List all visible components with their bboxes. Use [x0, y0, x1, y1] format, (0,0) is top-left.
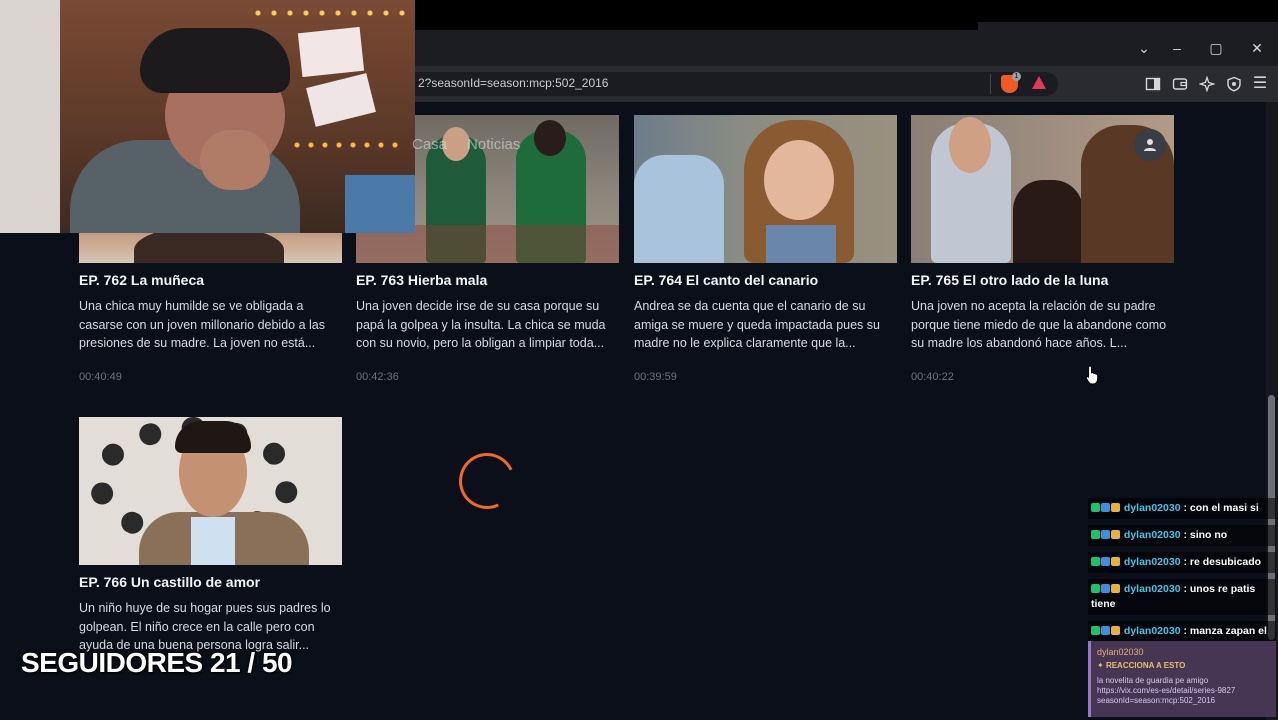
- nav-item-news[interactable]: Noticias: [467, 136, 520, 153]
- episode-duration: 00:40:49: [79, 371, 122, 383]
- highlight-label: ✦ REACCIONA A ESTO: [1097, 661, 1186, 670]
- user-icon[interactable]: [1134, 129, 1166, 161]
- chat-message: dylan02030 : sino no: [1088, 525, 1276, 546]
- chat-text: : sino no: [1183, 529, 1228, 541]
- badge-icon: [1091, 626, 1100, 635]
- maximize-button[interactable]: ▢: [1205, 38, 1227, 58]
- episode-title[interactable]: EP. 763 Hierba mala: [356, 272, 619, 288]
- episode-thumbnail[interactable]: [634, 115, 897, 263]
- chat-text: : re desubicado: [1183, 556, 1262, 568]
- chat-username: dylan02030: [1123, 625, 1181, 637]
- followers-goal: SEGUIDORES 21 / 50: [21, 647, 293, 678]
- badge-icon: [1101, 530, 1110, 539]
- chat-message: dylan02030 : con el masi si: [1088, 498, 1276, 519]
- badge-icon: [1101, 584, 1110, 593]
- brave-rewards-icon[interactable]: [1032, 76, 1046, 89]
- highlight-username: dylan02030: [1097, 647, 1144, 657]
- badge-icon: [1111, 557, 1120, 566]
- badge-icon: [1091, 557, 1100, 566]
- episode-thumbnail[interactable]: [79, 417, 342, 565]
- highlighted-message: dylan02030 ✦ REACCIONA A ESTO la novelit…: [1088, 641, 1276, 717]
- episode-description: Una joven decide irse de su casa porque …: [356, 299, 606, 350]
- webcam-overlay: [0, 0, 415, 233]
- episode-description: Andrea se da cuenta que el canario de su…: [634, 299, 880, 350]
- chat-username: dylan02030: [1123, 529, 1181, 541]
- episode-title[interactable]: EP. 764 El canto del canario: [634, 272, 897, 288]
- badge-icon: [1091, 584, 1100, 593]
- badge-icon: [1091, 530, 1100, 539]
- badge-icon: [1111, 626, 1120, 635]
- chat-message: dylan02030 : re desubicado: [1088, 552, 1276, 573]
- chat-username: dylan02030: [1123, 502, 1181, 514]
- chat-message: dylan02030 : unos re patis tiene: [1088, 579, 1276, 615]
- stream-chat: dylan02030 : con el masi si dylan02030 :…: [1088, 498, 1276, 663]
- minimize-button[interactable]: –: [1166, 38, 1188, 58]
- sparkle-icon: ✦: [1097, 661, 1104, 670]
- episode-card[interactable]: EP. 765 El otro lado de la luna Una jove…: [911, 115, 1174, 383]
- episode-duration: 00:39:59: [634, 371, 677, 383]
- menu-icon[interactable]: ☰: [1252, 76, 1268, 92]
- chat-username: dylan02030: [1123, 556, 1181, 568]
- badge-icon: [1091, 503, 1100, 512]
- episode-description: Una chica muy humilde se ve obligada a c…: [79, 299, 325, 350]
- badge-icon: [1101, 557, 1110, 566]
- episode-title[interactable]: EP. 765 El otro lado de la luna: [911, 272, 1174, 288]
- toolbar-divider: [990, 74, 991, 94]
- episode-duration: 00:42:36: [356, 371, 399, 383]
- mouse-cursor-icon: [1086, 365, 1098, 385]
- vpn-shield-icon[interactable]: [1226, 76, 1242, 92]
- episode-card[interactable]: EP. 766 Un castillo de amor Un niño huye…: [79, 417, 342, 655]
- leo-ai-icon[interactable]: [1198, 75, 1216, 93]
- highlight-text: la novelita de guardia pe amigo https://…: [1097, 676, 1236, 705]
- badge-icon: [1101, 503, 1110, 512]
- episode-title[interactable]: EP. 762 La muñeca: [79, 272, 342, 288]
- nav-item-home[interactable]: Casa: [412, 136, 447, 153]
- episode-duration: 00:40:22: [911, 371, 954, 383]
- badge-icon: [1111, 503, 1120, 512]
- episode-card[interactable]: EP. 764 El canto del canario Andrea se d…: [634, 115, 897, 383]
- chat-text: : con el masi si: [1183, 502, 1259, 514]
- close-button[interactable]: ✕: [1246, 38, 1268, 58]
- badge-icon: [1111, 584, 1120, 593]
- wallet-icon[interactable]: [1172, 76, 1188, 92]
- sidebar-toggle-icon[interactable]: [1145, 76, 1161, 92]
- chat-username: dylan02030: [1123, 583, 1181, 595]
- url-text[interactable]: 2?seasonId=season:mcp:502_2016: [418, 76, 608, 90]
- episode-title[interactable]: EP. 766 Un castillo de amor: [79, 574, 342, 590]
- badge-icon: [1111, 530, 1120, 539]
- tab-strip: [978, 22, 1278, 30]
- episode-description: Una joven no acepta la relación de su pa…: [911, 299, 1167, 350]
- shields-count-badge: 1: [1012, 72, 1021, 81]
- loading-spinner: [451, 445, 523, 517]
- site-nav-overlay[interactable]: Casa Noticias: [412, 136, 540, 153]
- tab-list-button[interactable]: ⌄: [1133, 38, 1155, 58]
- badge-icon: [1101, 626, 1110, 635]
